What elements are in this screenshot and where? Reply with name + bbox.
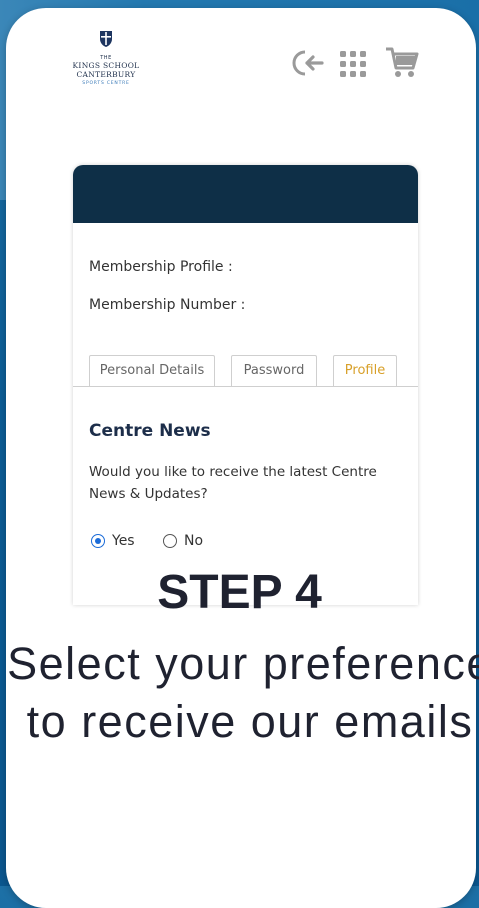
card-header xyxy=(73,165,418,223)
centre-news-question: Would you like to receive the latest Cen… xyxy=(89,464,377,502)
centre-news-title: Centre News xyxy=(89,421,211,441)
crest-icon xyxy=(100,31,112,47)
radio-no-label: No xyxy=(184,533,204,549)
cart-icon[interactable] xyxy=(384,44,420,80)
tab-profile[interactable]: Profile xyxy=(333,355,397,386)
radio-no-indicator[interactable] xyxy=(163,534,177,548)
step-description: Select your preference to receive our em… xyxy=(7,638,479,747)
radio-yes-label: Yes xyxy=(112,533,135,549)
tab-divider xyxy=(73,386,418,387)
membership-card: Membership Profile : Membership Number :… xyxy=(73,165,418,605)
radio-no[interactable]: No xyxy=(163,533,203,549)
grid-menu-icon[interactable] xyxy=(339,50,367,78)
membership-profile-label: Membership Profile : xyxy=(89,259,233,275)
tab-personal-details[interactable]: Personal Details xyxy=(89,355,215,386)
tab-password[interactable]: Password xyxy=(231,355,317,386)
step-heading: STEP 4 xyxy=(157,566,322,619)
radio-yes[interactable]: Yes xyxy=(91,533,135,549)
phone-frame: THE KINGS SCHOOL CANTERBURY SPORTS CENTR… xyxy=(6,8,476,908)
logo-line-school: KINGS SCHOOL xyxy=(72,61,140,70)
logo-line-canterbury: CANTERBURY xyxy=(76,70,136,79)
kings-school-logo[interactable]: THE KINGS SCHOOL CANTERBURY SPORTS CENTR… xyxy=(58,30,154,86)
membership-number-label: Membership Number : xyxy=(89,297,246,313)
radio-yes-indicator[interactable] xyxy=(91,534,105,548)
back-arrow-icon[interactable] xyxy=(292,48,326,78)
logo-line-sports-centre: SPORTS CENTRE xyxy=(82,81,130,86)
